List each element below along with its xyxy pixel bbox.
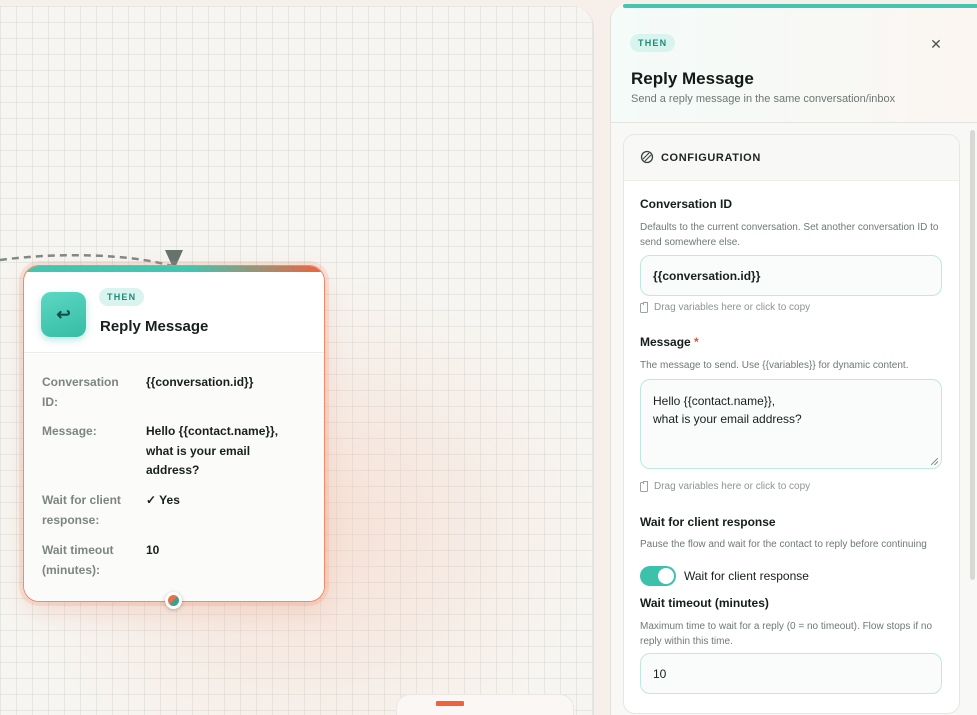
- node-title: Reply Message: [100, 318, 209, 335]
- mini-node-accent-bar: [436, 701, 464, 706]
- close-icon[interactable]: ✕: [926, 34, 946, 54]
- wait-timeout-label: Wait timeout (minutes): [640, 596, 769, 610]
- message-help: The message to send. Use {{variables}} f…: [640, 360, 909, 371]
- conversation-id-value: {{conversation.id}}: [653, 268, 761, 283]
- configuration-section: CONFIGURATION Conversation ID Defaults t…: [623, 134, 960, 714]
- conversation-id-input[interactable]: {{conversation.id}}: [640, 255, 942, 296]
- panel-subtitle: Send a reply message in the same convers…: [631, 93, 896, 105]
- required-mark: *: [694, 335, 699, 349]
- message-label-text: Message: [640, 335, 691, 349]
- field-value: {{conversation.id}}: [146, 375, 254, 389]
- message-value: Hello {{contact.name}}, what is your ema…: [653, 394, 802, 426]
- clipboard-icon: [640, 301, 648, 313]
- node-header: ↩ THEN Reply Message: [24, 272, 324, 353]
- wait-response-label: Wait for client response: [640, 515, 776, 529]
- field-key: Wait timeout (minutes):: [42, 543, 114, 577]
- node-details: Conversation ID: {{conversation.id}} Mes…: [24, 354, 324, 601]
- toggle-knob: [658, 568, 674, 584]
- field-key: Message:: [42, 424, 97, 438]
- message-label: Message *: [640, 335, 699, 349]
- wait-timeout-value: 10: [653, 666, 667, 681]
- drag-hint-text: Drag variables here or click to copy: [654, 302, 811, 313]
- panel-title: Reply Message: [631, 69, 754, 88]
- panel-header: THEN ✕ Reply Message Send a reply messag…: [611, 8, 977, 123]
- conversation-id-drag-hint[interactable]: Drag variables here or click to copy: [640, 301, 811, 313]
- message-drag-hint[interactable]: Drag variables here or click to copy: [640, 480, 811, 492]
- message-textarea[interactable]: Hello {{contact.name}}, what is your ema…: [640, 379, 942, 469]
- clipboard-icon: [640, 480, 648, 492]
- settings-icon: [640, 150, 654, 164]
- reply-arrow-icon: ↩: [41, 292, 86, 337]
- configuration-label: CONFIGURATION: [661, 152, 761, 164]
- field-key: Wait for client response:: [42, 493, 121, 527]
- field-value: Hello {{contact.name}}, what is your ema…: [146, 424, 279, 477]
- field-value: 10: [146, 543, 160, 557]
- field-value: ✓ Yes: [146, 493, 180, 507]
- resize-handle-icon[interactable]: [931, 458, 938, 465]
- node-output-handle[interactable]: [165, 592, 182, 609]
- reply-message-node[interactable]: ↩ THEN Reply Message Conversation ID: {{…: [23, 265, 325, 602]
- field-key: Conversation ID:: [42, 375, 119, 409]
- panel-scrollbar[interactable]: [970, 130, 975, 580]
- conversation-id-help: Defaults to the current conversation. Se…: [640, 222, 939, 248]
- wait-response-toggle[interactable]: [640, 566, 676, 586]
- next-node-preview[interactable]: [396, 694, 574, 715]
- node-config-panel: THEN ✕ Reply Message Send a reply messag…: [610, 4, 977, 715]
- wait-response-toggle-label[interactable]: Wait for client response: [684, 569, 809, 583]
- configuration-header: CONFIGURATION: [624, 135, 959, 181]
- wait-timeout-input[interactable]: 10: [640, 653, 942, 694]
- then-badge: THEN: [99, 288, 145, 306]
- then-badge: THEN: [630, 34, 676, 52]
- drag-hint-text: Drag variables here or click to copy: [654, 481, 811, 492]
- conversation-id-label: Conversation ID: [640, 197, 733, 211]
- wait-timeout-help: Maximum time to wait for a reply (0 = no…: [640, 621, 933, 647]
- wait-response-help: Pause the flow and wait for the contact …: [640, 539, 927, 550]
